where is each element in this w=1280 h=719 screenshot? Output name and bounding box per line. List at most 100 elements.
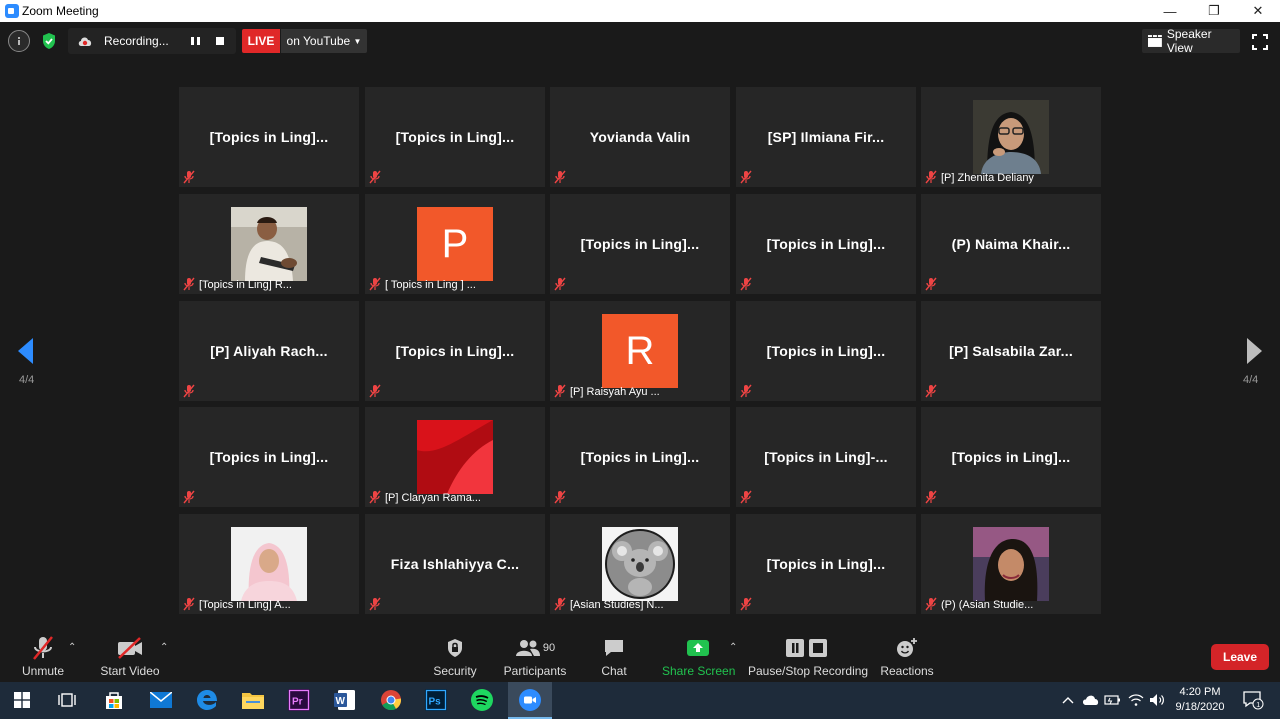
unmute-button[interactable]: Unmute	[14, 634, 72, 678]
participant-tile[interactable]: P[ Topics in Ling ] ...	[365, 194, 545, 294]
muted-mic-icon	[925, 597, 937, 611]
stream-dropdown[interactable]: on YouTube ▼	[281, 29, 367, 53]
mail-icon[interactable]	[148, 687, 174, 713]
close-button[interactable]: ✕	[1236, 0, 1280, 22]
volume-icon[interactable]	[1147, 687, 1167, 713]
reactions-button[interactable]: Reactions	[878, 634, 936, 678]
participant-tile[interactable]: (P) (Asian Studie...	[921, 514, 1101, 614]
video-options-caret-icon[interactable]: ⌃	[160, 642, 168, 653]
word-icon[interactable]: W	[332, 687, 358, 713]
start-video-button[interactable]: Start Video	[98, 634, 162, 678]
share-options-caret-icon[interactable]: ⌃	[729, 642, 737, 653]
next-page-arrow-icon[interactable]	[1244, 338, 1264, 364]
participant-tile[interactable]: Yovianda Valin	[550, 87, 730, 187]
participant-tile[interactable]: [P] Aliyah Rach...	[179, 301, 359, 401]
participant-caption: [P] Zhenita Deliany	[941, 172, 1034, 184]
stop-recording-button[interactable]	[216, 37, 224, 45]
audio-options-caret-icon[interactable]: ⌃	[68, 642, 76, 653]
participant-photo	[231, 207, 307, 281]
security-button[interactable]: Security	[430, 634, 480, 678]
chevron-down-icon: ▼	[353, 36, 362, 46]
participant-tile[interactable]: [SP] Ilmiana Fir...	[736, 87, 916, 187]
participant-tile[interactable]: Fiza Ishlahiyya C...	[365, 514, 545, 614]
participant-tile[interactable]: [Topics in Ling]...	[921, 407, 1101, 507]
wifi-icon[interactable]	[1126, 687, 1146, 713]
chrome-icon[interactable]	[378, 687, 404, 713]
pause-stop-recording-button[interactable]: Pause/Stop Recording	[748, 634, 869, 678]
participant-caption: [Asian Studies] N...	[570, 599, 664, 611]
premiere-pro-icon[interactable]: Pr	[286, 687, 312, 713]
participant-tile[interactable]: [Topics in Ling] A...	[179, 514, 359, 614]
task-view-icon[interactable]	[54, 687, 80, 713]
chat-button[interactable]: Chat	[596, 634, 632, 678]
participant-name: [Topics in Ling]...	[951, 449, 1071, 465]
muted-mic-icon	[369, 277, 381, 291]
pause-stop-recording-label: Pause/Stop Recording	[748, 664, 869, 678]
battery-icon[interactable]	[1103, 687, 1123, 713]
photoshop-icon[interactable]: Ps	[423, 687, 449, 713]
participant-caption: [P] Claryan Rama...	[385, 492, 481, 504]
participant-tile[interactable]: (P) Naima Khair...	[921, 194, 1101, 294]
participant-tile[interactable]: [Topics in Ling]...	[550, 194, 730, 294]
speaker-view-button[interactable]: Speaker View	[1142, 27, 1240, 55]
muted-mic-icon	[33, 636, 53, 660]
participant-tile[interactable]: [P] Zhenita Deliany	[921, 87, 1101, 187]
participant-tile[interactable]: [Asian Studies] N...	[550, 514, 730, 614]
participant-tile[interactable]: [Topics in Ling]...	[179, 407, 359, 507]
participants-button[interactable]: 90 Participants	[503, 634, 567, 678]
participant-tile[interactable]: [Topics in Ling]...	[179, 87, 359, 187]
speaker-view-label: Speaker View	[1166, 27, 1212, 55]
share-screen-button[interactable]: Share Screen	[662, 634, 736, 678]
muted-mic-icon	[925, 277, 937, 291]
participant-tile[interactable]: [Topics in Ling]...	[736, 301, 916, 401]
participant-name: [Topics in Ling]...	[580, 449, 700, 465]
share-screen-icon	[687, 640, 709, 656]
reactions-smiley-icon	[897, 638, 917, 657]
info-icon[interactable]	[8, 30, 30, 52]
muted-mic-icon	[183, 490, 195, 504]
participant-caption: [P] Raisyah Ayu ...	[570, 386, 660, 398]
participant-tile[interactable]: [P] Claryan Rama...	[365, 407, 545, 507]
microsoft-store-icon[interactable]	[101, 687, 127, 713]
svg-text:W: W	[336, 696, 346, 707]
spotify-icon[interactable]	[469, 687, 495, 713]
cloud-record-icon	[78, 37, 92, 46]
show-hidden-icons-chevron-icon[interactable]	[1058, 687, 1078, 713]
participant-tile[interactable]: [Topics in Ling]...	[365, 301, 545, 401]
live-badge[interactable]: LIVE	[242, 29, 280, 53]
muted-mic-icon	[740, 384, 752, 398]
participant-caption: [Topics in Ling] A...	[199, 599, 291, 611]
notifications-icon[interactable]: 1	[1240, 687, 1266, 713]
muted-mic-icon	[369, 384, 381, 398]
participant-tile[interactable]: R [P] Raisyah Ayu ...	[550, 301, 730, 401]
system-clock[interactable]: 4:20 PM 9/18/2020	[1166, 685, 1234, 715]
participant-tile[interactable]: [Topics in Ling]...	[736, 514, 916, 614]
windows-start-icon[interactable]	[9, 687, 35, 713]
previous-page-arrow-icon[interactable]	[16, 338, 36, 364]
zoom-taskbar-icon[interactable]	[508, 682, 552, 719]
leave-button[interactable]: Leave	[1211, 644, 1269, 670]
muted-mic-icon	[369, 170, 381, 184]
participant-tile[interactable]: [Topics in Ling]-...	[736, 407, 916, 507]
minimize-button[interactable]: —	[1148, 0, 1192, 22]
file-explorer-icon[interactable]	[240, 687, 266, 713]
onedrive-cloud-icon[interactable]	[1081, 687, 1101, 713]
muted-mic-icon	[740, 597, 752, 611]
participant-tile[interactable]: [Topics in Ling]...	[365, 87, 545, 187]
meeting-top-bar: Recording... LIVE on YouTube ▼ Speaker V…	[0, 22, 1280, 62]
participant-caption: [Topics in Ling] R...	[199, 279, 292, 291]
participant-name: (P) Naima Khair...	[951, 236, 1071, 252]
letter-avatar: R	[602, 314, 678, 388]
muted-mic-icon	[183, 277, 195, 291]
fullscreen-icon[interactable]	[1252, 34, 1268, 50]
participant-tile[interactable]: [P] Salsabila Zar...	[921, 301, 1101, 401]
shield-check-icon[interactable]	[38, 30, 60, 52]
participant-tile[interactable]: [Topics in Ling] R...	[179, 194, 359, 294]
share-screen-label: Share Screen	[662, 664, 736, 678]
restore-button[interactable]: ❐	[1192, 0, 1236, 22]
participant-tile[interactable]: [Topics in Ling]...	[550, 407, 730, 507]
pause-recording-button[interactable]	[188, 34, 202, 48]
participant-photo	[231, 527, 307, 601]
edge-browser-icon[interactable]	[194, 687, 220, 713]
participant-tile[interactable]: [Topics in Ling]...	[736, 194, 916, 294]
